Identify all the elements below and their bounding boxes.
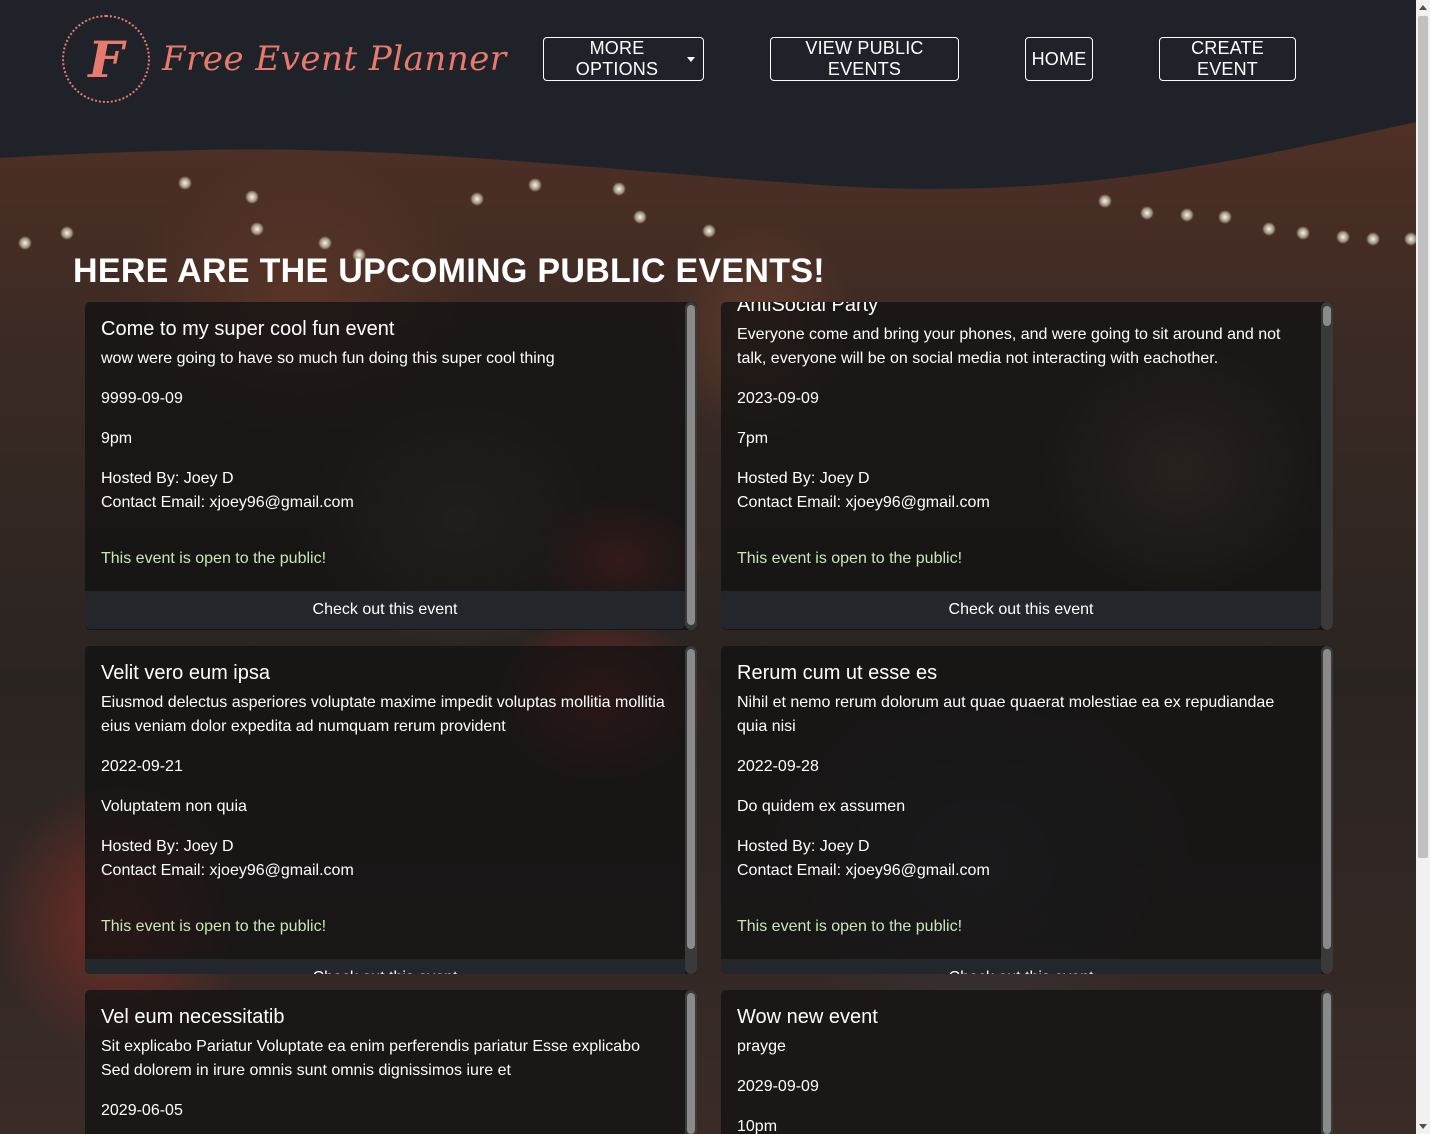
event-public-note: This event is open to the public! — [737, 550, 963, 567]
event-public-note: This event is open to the public! — [101, 550, 327, 567]
event-description: Nihil et nemo rerum dolorum aut quae qua… — [737, 694, 1275, 735]
card-scrollbar[interactable] — [1321, 990, 1333, 1134]
event-time: 7pm — [737, 430, 769, 447]
card-scrollbar-thumb[interactable] — [687, 993, 695, 1134]
more-options-dropdown[interactable]: MORE OPTIONS — [543, 37, 704, 81]
card-scrollbar-thumb[interactable] — [1323, 649, 1331, 949]
event-contact-email: Contact Email: xjoey96@gmail.com — [737, 494, 990, 511]
view-public-events-button[interactable]: VIEW PUBLIC EVENTS — [770, 37, 959, 81]
event-description: Sit explicabo Pariatur Voluptate ea enim… — [101, 1038, 640, 1079]
card-scrollbar[interactable] — [1321, 646, 1333, 974]
event-host: Hosted By: Joey D — [737, 470, 870, 487]
event-time: 10pm — [737, 1118, 778, 1134]
caret-down-icon — [687, 56, 695, 62]
event-date: 2029-09-09 — [737, 1078, 819, 1095]
event-date: 2022-09-28 — [737, 758, 819, 775]
check-out-event-button[interactable]: Check out this event — [721, 591, 1321, 629]
site-header: F Free Event Planner MORE OPTIONS VIEW P… — [0, 0, 1416, 200]
card-scrollbar-thumb[interactable] — [1323, 993, 1331, 1134]
event-host: Hosted By: Joey D — [737, 838, 870, 855]
check-out-event-button[interactable]: Check out this event — [85, 591, 685, 629]
event-public-note: This event is open to the public! — [737, 918, 963, 935]
event-date: 9999-09-09 — [101, 390, 183, 407]
card-scrollbar-thumb[interactable] — [687, 649, 695, 949]
event-description: Eiusmod delectus asperiores voluptate ma… — [101, 694, 665, 735]
event-time: Do quidem ex assumen — [737, 798, 906, 815]
event-title: Velit vero eum ipsa — [101, 662, 270, 684]
event-title: Rerum cum ut esse es — [737, 662, 938, 684]
event-card: Velit vero eum ipsa Eiusmod delectus asp… — [85, 646, 697, 974]
scroll-down-arrow-icon[interactable] — [1419, 1124, 1427, 1129]
card-scrollbar[interactable] — [1321, 302, 1333, 630]
event-card: Vel eum necessitatib Sit explicabo Paria… — [85, 990, 697, 1134]
event-description: Everyone come and bring your phones, and… — [737, 326, 1281, 367]
event-card: Come to my super cool fun event wow were… — [85, 302, 697, 630]
event-card: Rerum cum ut esse es Nihil et nemo rerum… — [721, 646, 1333, 974]
event-card: AntiSocial Party Everyone come and bring… — [721, 302, 1333, 630]
page-title: HERE ARE THE UPCOMING PUBLIC EVENTS! — [73, 252, 825, 290]
card-scrollbar-thumb[interactable] — [1323, 306, 1331, 326]
card-scrollbar-thumb[interactable] — [687, 305, 695, 625]
check-out-event-button[interactable]: Check out this event — [721, 959, 1321, 974]
create-event-button[interactable]: CREATE EVENT — [1159, 37, 1296, 81]
card-scrollbar[interactable] — [685, 990, 697, 1134]
logo-emblem-icon: F — [62, 15, 150, 103]
card-scrollbar[interactable] — [685, 646, 697, 974]
event-date: 2029-06-05 — [101, 1102, 183, 1119]
event-host: Hosted By: Joey D — [101, 470, 234, 487]
event-card: Wow new event prayge 2029-09-09 10pm — [721, 990, 1333, 1134]
card-scrollbar[interactable] — [685, 302, 697, 630]
event-title: Wow new event — [737, 1006, 878, 1028]
event-date: 2022-09-21 — [101, 758, 183, 775]
event-date: 2023-09-09 — [737, 390, 819, 407]
page-scrollbar[interactable] — [1416, 0, 1430, 1134]
more-options-label: MORE OPTIONS — [575, 38, 659, 79]
page-scrollbar-thumb[interactable] — [1418, 16, 1428, 858]
event-time: 9pm — [101, 430, 133, 447]
event-public-note: This event is open to the public! — [101, 918, 327, 935]
event-title: AntiSocial Party — [737, 302, 879, 316]
logo-wordmark: Free Event Planner — [162, 39, 507, 79]
site-logo[interactable]: F Free Event Planner — [62, 15, 507, 103]
scroll-up-arrow-icon[interactable] — [1419, 5, 1427, 10]
check-out-event-button[interactable]: Check out this event — [85, 959, 685, 974]
event-title: Vel eum necessitatib — [101, 1006, 285, 1028]
event-contact-email: Contact Email: xjoey96@gmail.com — [737, 862, 990, 879]
event-contact-email: Contact Email: xjoey96@gmail.com — [101, 862, 354, 879]
event-description: wow were going to have so much fun doing… — [101, 350, 555, 367]
home-button[interactable]: HOME — [1025, 37, 1093, 81]
event-host: Hosted By: Joey D — [101, 838, 234, 855]
logo-letter: F — [88, 29, 124, 89]
event-description: prayge — [737, 1038, 786, 1055]
event-time: Voluptatem non quia — [101, 798, 247, 815]
event-title: Come to my super cool fun event — [101, 318, 395, 340]
event-contact-email: Contact Email: xjoey96@gmail.com — [101, 494, 354, 511]
